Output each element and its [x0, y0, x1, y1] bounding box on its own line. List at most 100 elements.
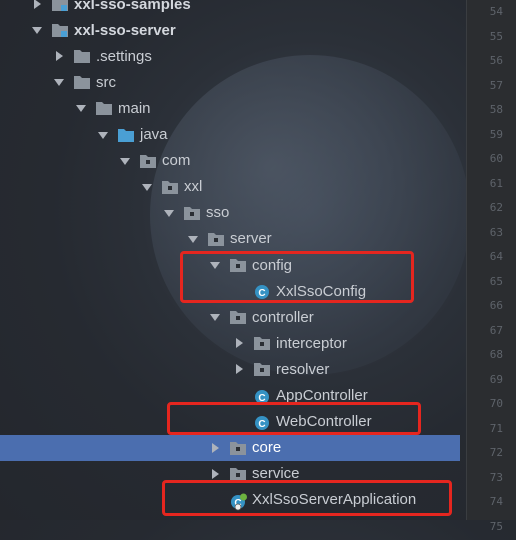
- tree-item-xxlssoconfig[interactable]: C XxlSsoConfig: [0, 278, 460, 304]
- tree-item-label: service: [252, 465, 300, 483]
- tree-item-src[interactable]: src: [0, 69, 460, 95]
- svg-text:C: C: [258, 419, 265, 430]
- svg-text:C: C: [258, 393, 265, 404]
- line-number: 72: [489, 446, 503, 459]
- line-number: 68: [489, 348, 503, 361]
- tree-item-server[interactable]: server: [0, 226, 460, 252]
- tree-item-xxlssoserverapplication[interactable]: C XxlSsoServerApplication: [0, 487, 460, 513]
- package-folder-icon: [230, 467, 246, 481]
- tree-item-label: com: [162, 152, 191, 170]
- tree-item-xxl-sso-server[interactable]: xxl-sso-server: [0, 17, 460, 43]
- package-folder-icon: [230, 310, 246, 325]
- line-number: 60: [489, 152, 503, 165]
- line-number: 58: [489, 103, 503, 116]
- tree-item-resolver[interactable]: resolver: [0, 356, 460, 382]
- tree-item-controller[interactable]: controller: [0, 304, 460, 330]
- editor-line-number-gutter: 54 55 56 57 58 59 60 61 62 63 64 65 66 67 68 69 70 71 72 73…: [466, 0, 516, 533]
- tree-item-service[interactable]: service: [0, 461, 460, 487]
- line-number: 56: [489, 54, 503, 67]
- chevron-down-icon[interactable]: [208, 258, 222, 272]
- tree-item-label: core: [252, 439, 282, 457]
- chevron-down-icon[interactable]: [118, 154, 132, 168]
- tree-item-main[interactable]: main: [0, 95, 460, 121]
- package-folder-icon: [162, 180, 178, 194]
- line-number: 55: [489, 29, 503, 43]
- tree-item-xxl[interactable]: xxl: [0, 174, 460, 200]
- tree-item-settings[interactable]: .settings: [0, 43, 460, 69]
- tree-item-interceptor[interactable]: interceptor: [0, 330, 460, 356]
- tree-item-sso[interactable]: sso: [0, 200, 460, 226]
- line-number: 65: [489, 274, 503, 288]
- package-folder-icon: [254, 362, 270, 377]
- line-number: 63: [489, 225, 503, 239]
- tree-item-label: controller: [252, 308, 314, 326]
- chevron-down-icon[interactable]: [162, 206, 176, 220]
- chevron-right-icon[interactable]: [208, 467, 222, 481]
- folder-icon: [74, 75, 90, 90]
- line-number: 61: [489, 176, 503, 190]
- tree-item-xxl-sso-samples[interactable]: xxl-sso-samples: [0, 0, 460, 17]
- chevron-right-icon[interactable]: [208, 441, 222, 455]
- tree-item-webcontroller[interactable]: C WebController: [0, 409, 460, 435]
- line-number: 59: [489, 127, 503, 141]
- chevron-right-icon[interactable]: [232, 362, 246, 376]
- chevron-down-icon[interactable]: [140, 180, 154, 194]
- tree-item-label: .settings: [96, 47, 152, 65]
- tree-item-label: xxl-sso-server: [74, 21, 176, 39]
- package-folder-icon: [208, 232, 224, 246]
- line-number: 74: [489, 495, 503, 508]
- line-number: 66: [489, 299, 503, 312]
- chevron-down-icon[interactable]: [30, 23, 44, 37]
- module-folder-icon: [52, 0, 68, 11]
- chevron-down-icon[interactable]: [186, 232, 200, 246]
- tree-item-label: XxlSsoServerApplication: [252, 491, 417, 509]
- no-arrow-spacer: [232, 389, 246, 403]
- tree-item-config[interactable]: config: [0, 252, 460, 278]
- package-folder-icon: [254, 336, 270, 351]
- java-class-icon: C: [254, 389, 270, 404]
- chevron-down-icon[interactable]: [208, 310, 222, 324]
- line-number: 54: [489, 5, 503, 18]
- chevron-down-icon[interactable]: [74, 101, 88, 115]
- spring-boot-class-icon: C: [230, 493, 247, 511]
- source-root-folder-icon: [118, 128, 134, 142]
- tree-item-label: resolver: [276, 360, 330, 378]
- line-number: 73: [489, 470, 503, 484]
- tree-item-com[interactable]: com: [0, 148, 460, 174]
- project-tree[interactable]: xxl-sso-samples xxl-sso-server .settings sr…: [0, 0, 460, 520]
- tree-item-label: AppController: [276, 387, 368, 404]
- chevron-down-icon[interactable]: [52, 75, 66, 89]
- java-class-icon: C: [254, 284, 270, 300]
- tree-item-appcontroller[interactable]: C AppController: [0, 383, 460, 409]
- line-number: 71: [489, 421, 503, 435]
- tree-item-label: java: [140, 126, 168, 143]
- line-number: 70: [489, 397, 503, 410]
- tree-item-label: sso: [206, 204, 230, 222]
- line-number: 57: [489, 78, 503, 92]
- tree-item-core[interactable]: core: [0, 434, 460, 461]
- java-class-icon: C: [254, 415, 270, 430]
- tree-item-label: server: [230, 230, 272, 248]
- tree-item-label: xxl: [184, 178, 203, 196]
- tree-item-label: xxl-sso-samples: [74, 0, 191, 13]
- line-number: 67: [489, 323, 503, 337]
- package-folder-icon: [184, 206, 200, 220]
- tree-item-java[interactable]: java: [0, 122, 460, 148]
- line-number: 62: [489, 201, 503, 214]
- package-folder-icon: [230, 441, 246, 455]
- chevron-down-icon[interactable]: [96, 128, 110, 142]
- chevron-right-icon[interactable]: [232, 336, 246, 350]
- folder-icon: [96, 101, 112, 116]
- no-arrow-spacer: [232, 415, 246, 429]
- chevron-right-icon[interactable]: [52, 49, 66, 63]
- folder-icon: [74, 49, 90, 64]
- no-arrow-spacer: [208, 493, 222, 507]
- module-folder-icon: [52, 23, 68, 38]
- tree-item-label: WebController: [276, 413, 372, 431]
- tree-item-label: src: [96, 73, 116, 91]
- svg-text:C: C: [258, 288, 265, 299]
- chevron-right-icon[interactable]: [30, 0, 44, 11]
- tree-item-label: XxlSsoConfig: [276, 282, 367, 300]
- package-folder-icon: [140, 154, 156, 168]
- line-number: 69: [489, 372, 503, 386]
